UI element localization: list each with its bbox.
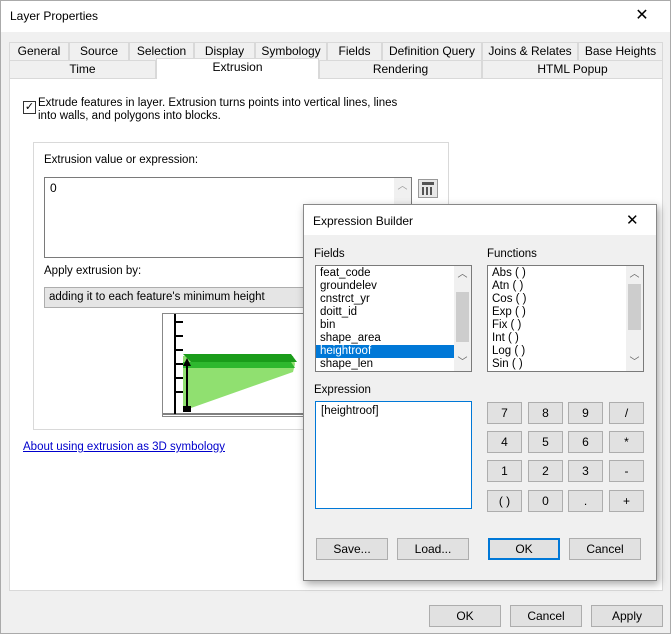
function-item[interactable]: Fix ( )	[488, 319, 643, 332]
key-8-button[interactable]: 8	[528, 402, 563, 424]
extrude-checkbox[interactable]: ✓	[23, 101, 36, 114]
tab-base-heights[interactable]: Base Heights	[578, 42, 663, 61]
key-parentheses-button[interactable]: ( )	[487, 490, 522, 512]
key-9-button[interactable]: 9	[568, 402, 603, 424]
key-7-button[interactable]: 7	[487, 402, 522, 424]
fields-listbox[interactable]: feat_code groundelev cnstrct_yr doitt_id…	[315, 265, 472, 372]
key-divide-button[interactable]: /	[609, 402, 644, 424]
chevron-down-icon[interactable]: ﹀	[626, 354, 643, 371]
chevron-up-icon[interactable]: ︿	[626, 266, 643, 283]
field-item[interactable]: groundelev	[316, 280, 471, 293]
field-item[interactable]: feat_code	[316, 267, 471, 280]
key-plus-button[interactable]: +	[609, 490, 644, 512]
calculator-icon[interactable]	[418, 179, 438, 198]
key-minus-button[interactable]: -	[609, 460, 644, 482]
dialog-title: Expression Builder	[313, 214, 414, 228]
tab-rendering[interactable]: Rendering	[319, 60, 482, 79]
extrusion-value-text: 0	[50, 181, 57, 195]
function-item[interactable]: Cos ( )	[488, 293, 643, 306]
key-3-button[interactable]: 3	[568, 460, 603, 482]
extrude-checkbox-label: Extrude features in layer. Extrusion tur…	[38, 97, 398, 122]
window-title: Layer Properties	[10, 9, 99, 23]
function-item[interactable]: Int ( )	[488, 332, 643, 345]
key-6-button[interactable]: 6	[568, 431, 603, 453]
field-item[interactable]: cnstrct_yr	[316, 293, 471, 306]
close-icon[interactable]: ✕	[619, 1, 665, 32]
field-item[interactable]: bin	[316, 319, 471, 332]
apply-extrusion-label: Apply extrusion by:	[44, 265, 142, 277]
chevron-up-icon[interactable]: ︿	[394, 178, 411, 195]
dialog-title-bar[interactable]: Expression Builder ✕	[304, 205, 656, 235]
expression-builder-dialog: Expression Builder ✕ Fields feat_code gr…	[303, 204, 657, 581]
key-0-button[interactable]: 0	[528, 490, 563, 512]
apply-button[interactable]: Apply	[591, 605, 663, 627]
functions-listbox[interactable]: Abs ( ) Atn ( ) Cos ( ) Exp ( ) Fix ( ) …	[487, 265, 644, 372]
tab-html-popup[interactable]: HTML Popup	[482, 60, 663, 79]
function-item[interactable]: Exp ( )	[488, 306, 643, 319]
key-2-button[interactable]: 2	[528, 460, 563, 482]
key-1-button[interactable]: 1	[487, 460, 522, 482]
tab-joins-relates[interactable]: Joins & Relates	[482, 42, 578, 61]
title-bar[interactable]: Layer Properties ✕	[1, 1, 670, 32]
expression-text: [heightroof]	[321, 405, 379, 417]
function-item[interactable]: Atn ( )	[488, 280, 643, 293]
tab-time[interactable]: Time	[9, 60, 156, 79]
extrusion-help-link[interactable]: About using extrusion as 3D symbology	[23, 441, 225, 453]
functions-scrollbar[interactable]: ︿ ﹀	[626, 266, 643, 371]
functions-label: Functions	[487, 248, 537, 260]
key-5-button[interactable]: 5	[528, 431, 563, 453]
extrusion-value-label: Extrusion value or expression:	[44, 154, 199, 166]
dialog-ok-button[interactable]: OK	[488, 538, 560, 560]
field-item[interactable]: shape_len	[316, 358, 471, 371]
extrusion-preview-image	[162, 313, 312, 417]
key-4-button[interactable]: 4	[487, 431, 522, 453]
function-item[interactable]: Log ( )	[488, 345, 643, 358]
function-item[interactable]: Sin ( )	[488, 358, 643, 371]
tab-source[interactable]: Source	[69, 42, 129, 61]
tab-general[interactable]: General	[9, 42, 69, 61]
load-button[interactable]: Load...	[397, 538, 469, 560]
tab-extrusion[interactable]: Extrusion	[156, 58, 319, 79]
field-item[interactable]: shape_area	[316, 332, 471, 345]
field-item-selected[interactable]: heightroof	[316, 345, 454, 358]
ok-button[interactable]: OK	[429, 605, 501, 627]
fields-scroll-thumb[interactable]	[456, 292, 469, 342]
field-item[interactable]: doitt_id	[316, 306, 471, 319]
dialog-cancel-button[interactable]: Cancel	[569, 538, 641, 560]
fields-scrollbar[interactable]: ︿ ﹀	[454, 266, 471, 371]
cancel-button[interactable]: Cancel	[510, 605, 582, 627]
apply-extrusion-value: adding it to each feature's minimum heig…	[49, 291, 265, 303]
chevron-up-icon[interactable]: ︿	[454, 266, 471, 283]
fields-label: Fields	[314, 248, 345, 260]
tab-definition-query[interactable]: Definition Query	[382, 42, 482, 61]
expression-label: Expression	[314, 384, 371, 396]
key-multiply-button[interactable]: *	[609, 431, 644, 453]
functions-scroll-thumb[interactable]	[628, 284, 641, 330]
function-item[interactable]: Abs ( )	[488, 267, 643, 280]
dialog-close-icon[interactable]: ✕	[626, 211, 639, 229]
apply-extrusion-dropdown[interactable]: adding it to each feature's minimum heig…	[44, 287, 314, 308]
key-decimal-button[interactable]: .	[568, 490, 603, 512]
chevron-down-icon[interactable]: ﹀	[454, 354, 471, 371]
save-button[interactable]: Save...	[316, 538, 388, 560]
expression-input[interactable]: [heightroof]	[315, 401, 472, 509]
tab-fields[interactable]: Fields	[327, 42, 382, 61]
